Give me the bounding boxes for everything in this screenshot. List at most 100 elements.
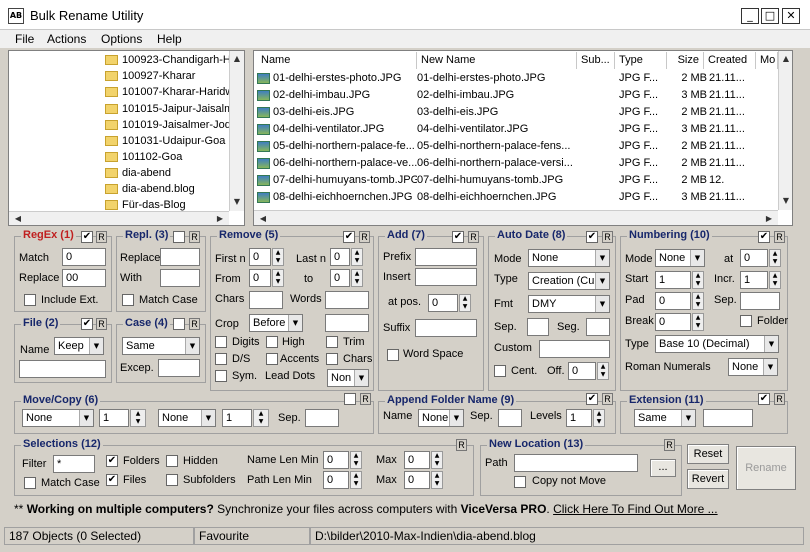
menu-options[interactable]: Options: [101, 32, 142, 46]
path-len-max-input[interactable]: 0: [404, 471, 430, 489]
auto-date-reset-button[interactable]: R: [602, 231, 613, 243]
crop-input[interactable]: [325, 314, 369, 332]
tree-horizontal-scrollbar[interactable]: ◀ ▶: [9, 211, 229, 225]
append-levels-spinner[interactable]: ▲ ▼: [593, 409, 605, 427]
to-spinner[interactable]: ▲ ▼: [351, 269, 363, 287]
tree-item[interactable]: 101102-Goa: [105, 149, 241, 165]
list-vertical-scrollbar[interactable]: ▲ ▼: [778, 51, 792, 210]
include-ext-checkbox[interactable]: [24, 294, 36, 306]
file-row[interactable]: 08-delhi-eichhoernchen.JPG 08-delhi-eichh…: [257, 189, 765, 206]
maximize-button[interactable]: □: [761, 8, 779, 24]
file-row[interactable]: 03-delhi-eis.JPG 03-delhi-eis.JPG JPG F...…: [257, 104, 765, 121]
append-name-select[interactable]: None ▼: [418, 409, 464, 427]
move-copy-sep-input[interactable]: [305, 409, 339, 427]
move-copy-enable-checkbox[interactable]: [344, 393, 356, 405]
minimize-button[interactable]: _: [741, 8, 759, 24]
tree-item[interactable]: 101015-Jaipur-Jaisalm: [105, 101, 241, 117]
file-name-select[interactable]: Keep ▼: [54, 337, 104, 355]
move-copy-select-2[interactable]: None ▼: [158, 409, 216, 427]
first-n-input[interactable]: 0: [249, 248, 271, 266]
scroll-left-icon[interactable]: ◀: [11, 214, 25, 223]
numbering-break-input[interactable]: 0: [655, 313, 691, 331]
extension-enable-checkbox[interactable]: ✔: [758, 393, 770, 405]
file-name-input[interactable]: [19, 360, 106, 378]
case-select[interactable]: Same ▼: [122, 337, 200, 355]
extension-select[interactable]: Same ▼: [634, 409, 696, 427]
sym-checkbox[interactable]: [215, 370, 227, 382]
numbering-mode-select[interactable]: None ▼: [655, 249, 705, 267]
subfolders-checkbox[interactable]: [166, 474, 178, 486]
crop-select[interactable]: Before ▼: [249, 314, 303, 332]
insert-input[interactable]: [415, 268, 477, 286]
folder-tree[interactable]: 100923-Chandigarh-H 100927-Kharar 101007…: [8, 50, 245, 226]
add-enable-checkbox[interactable]: ✔: [452, 231, 464, 243]
word-space-checkbox[interactable]: [387, 349, 399, 361]
numbering-enable-checkbox[interactable]: ✔: [758, 231, 770, 243]
auto-date-fmt-select[interactable]: DMY ▼: [528, 295, 610, 313]
append-folder-enable-checkbox[interactable]: ✔: [586, 393, 598, 405]
copy-not-move-checkbox[interactable]: [514, 476, 526, 488]
name-len-min-input[interactable]: 0: [323, 451, 349, 469]
auto-date-mode-select[interactable]: None ▼: [528, 249, 610, 267]
regex-reset-button[interactable]: R: [96, 231, 107, 243]
close-button[interactable]: ✕: [782, 8, 800, 24]
list-horizontal-scrollbar[interactable]: ◀ ▶: [254, 210, 778, 225]
column-created[interactable]: Created: [704, 52, 756, 69]
name-len-max-input[interactable]: 0: [404, 451, 430, 469]
auto-date-type-select[interactable]: Creation (Cur ▼: [528, 272, 610, 290]
extension-input[interactable]: [703, 409, 753, 427]
reset-button[interactable]: Reset: [687, 444, 729, 464]
tree-item[interactable]: dia-abend: [105, 165, 241, 181]
promo-link[interactable]: Click Here To Find Out More ...: [553, 502, 718, 516]
column-size[interactable]: Size: [667, 52, 704, 69]
tree-vertical-scrollbar[interactable]: ▲ ▼: [229, 51, 244, 211]
last-n-input[interactable]: 0: [330, 248, 350, 266]
repl-reset-button[interactable]: R: [189, 231, 200, 243]
roman-numerals-select[interactable]: None ▼: [728, 358, 778, 376]
auto-date-enable-checkbox[interactable]: ✔: [586, 231, 598, 243]
column-type[interactable]: Type: [615, 52, 667, 69]
repl-replace-input[interactable]: [160, 248, 200, 266]
accents-checkbox[interactable]: [266, 353, 278, 365]
numbering-start-spinner[interactable]: ▲ ▼: [692, 271, 704, 289]
selections-reset-button[interactable]: R: [456, 439, 467, 451]
tree-item[interactable]: 100927-Kharar: [105, 68, 241, 84]
off-input[interactable]: 0: [568, 362, 596, 380]
numbering-incr-input[interactable]: 1: [740, 271, 768, 289]
remove-reset-button[interactable]: R: [359, 231, 370, 243]
first-n-spinner[interactable]: ▲ ▼: [272, 248, 284, 266]
file-row[interactable]: 07-delhi-humuyans-tomb.JPG 07-delhi-humuy…: [257, 172, 765, 189]
off-spinner[interactable]: ▲ ▼: [597, 362, 609, 380]
regex-replace-input[interactable]: 00: [62, 269, 106, 287]
remove-enable-checkbox[interactable]: ✔: [343, 231, 355, 243]
menu-file[interactable]: File: [15, 32, 34, 46]
add-reset-button[interactable]: R: [468, 231, 479, 243]
selections-match-case-checkbox[interactable]: [24, 477, 36, 489]
regex-match-input[interactable]: 0: [62, 248, 106, 266]
scroll-down-icon[interactable]: ▼: [779, 196, 793, 205]
hidden-checkbox[interactable]: [166, 455, 178, 467]
numbering-at-spinner[interactable]: ▲ ▼: [769, 249, 781, 267]
move-copy-select-1[interactable]: None ▼: [22, 409, 94, 427]
suffix-input[interactable]: [415, 319, 477, 337]
digits-checkbox[interactable]: [215, 336, 227, 348]
trim-checkbox[interactable]: [326, 336, 338, 348]
append-sep-input[interactable]: [498, 409, 522, 427]
prefix-input[interactable]: [415, 248, 477, 266]
case-reset-button[interactable]: R: [189, 318, 200, 330]
file-reset-button[interactable]: R: [96, 318, 107, 330]
scroll-left-icon[interactable]: ◀: [256, 214, 270, 223]
chars-input[interactable]: [249, 291, 283, 309]
tree-item[interactable]: 101007-Kharar-Haridw: [105, 84, 241, 100]
auto-date-sep-input[interactable]: [527, 318, 549, 336]
column-name[interactable]: Name: [257, 52, 417, 69]
menu-help[interactable]: Help: [157, 32, 182, 46]
at-pos-spinner[interactable]: ▲ ▼: [459, 294, 471, 312]
filter-input[interactable]: *: [53, 455, 95, 473]
numbering-type-select[interactable]: Base 10 (Decimal) ▼: [655, 335, 779, 353]
ds-checkbox[interactable]: [215, 353, 227, 365]
move-copy-number-1[interactable]: 1: [99, 409, 129, 427]
file-row[interactable]: 02-delhi-imbau.JPG 02-delhi-imbau.JPG JPG …: [257, 87, 765, 104]
scroll-up-icon[interactable]: ▲: [779, 54, 793, 63]
file-row[interactable]: 06-delhi-northern-palace-ve... 06-delhi-n…: [257, 155, 765, 172]
